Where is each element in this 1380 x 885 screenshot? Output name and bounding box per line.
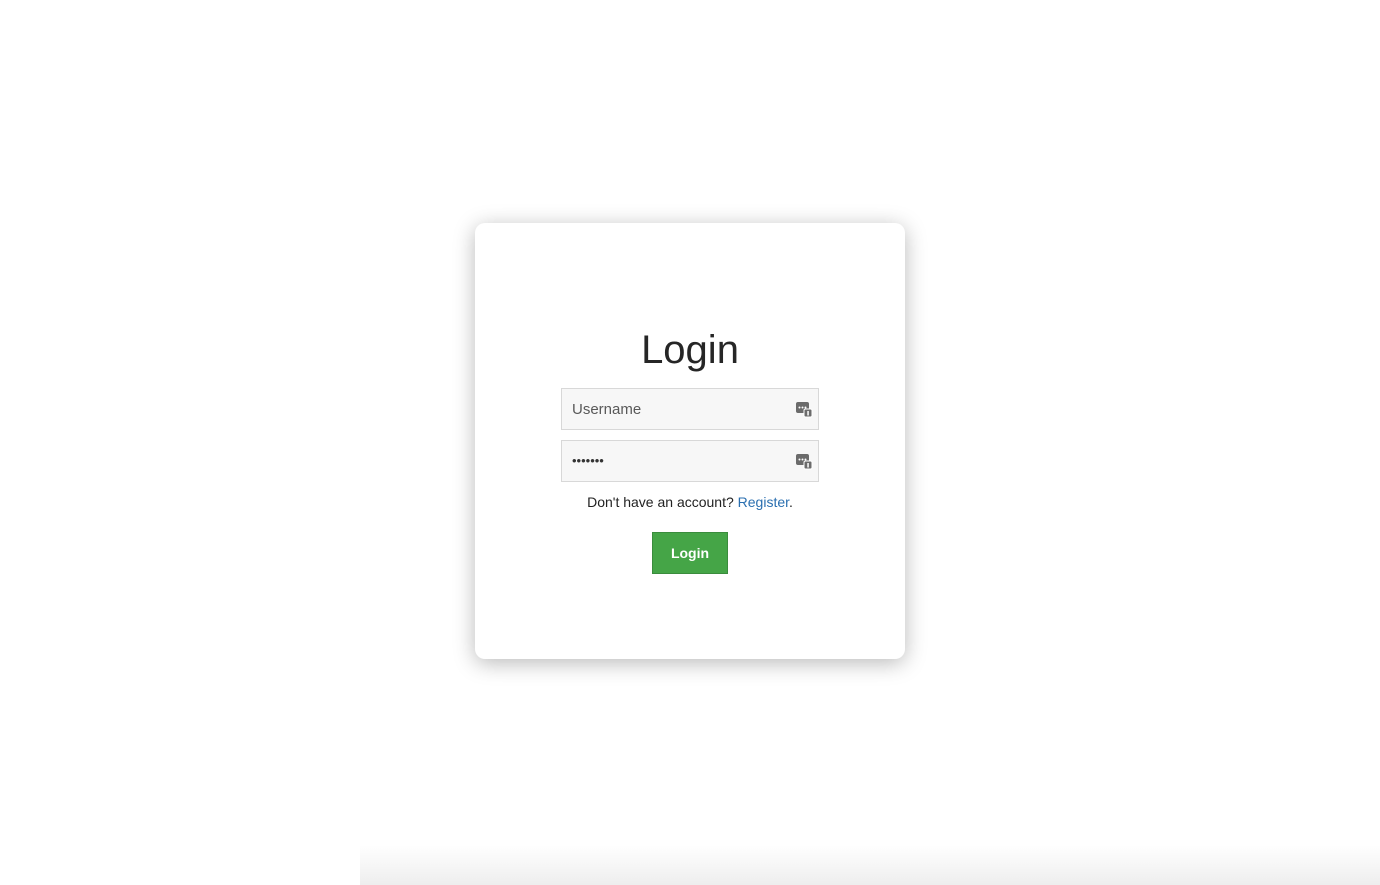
register-prompt: Don't have an account? Register. bbox=[475, 493, 905, 511]
register-link[interactable]: Register bbox=[738, 494, 789, 510]
register-suffix: . bbox=[789, 494, 793, 510]
username-input[interactable] bbox=[562, 389, 818, 429]
register-prompt-text: Don't have an account? bbox=[587, 494, 734, 510]
page: Login ••••••• Don't have bbox=[0, 0, 1380, 885]
password-field[interactable]: ••••••• bbox=[561, 440, 819, 482]
password-manager-key-icon[interactable] bbox=[795, 452, 813, 470]
password-input[interactable]: ••••••• bbox=[572, 441, 604, 481]
login-card: Login ••••••• Don't have bbox=[475, 223, 905, 659]
page-title: Login bbox=[641, 328, 739, 372]
login-button[interactable]: Login bbox=[652, 532, 728, 574]
bottom-shadow bbox=[360, 845, 1380, 885]
username-field[interactable] bbox=[561, 388, 819, 430]
password-manager-key-icon[interactable] bbox=[795, 400, 813, 418]
